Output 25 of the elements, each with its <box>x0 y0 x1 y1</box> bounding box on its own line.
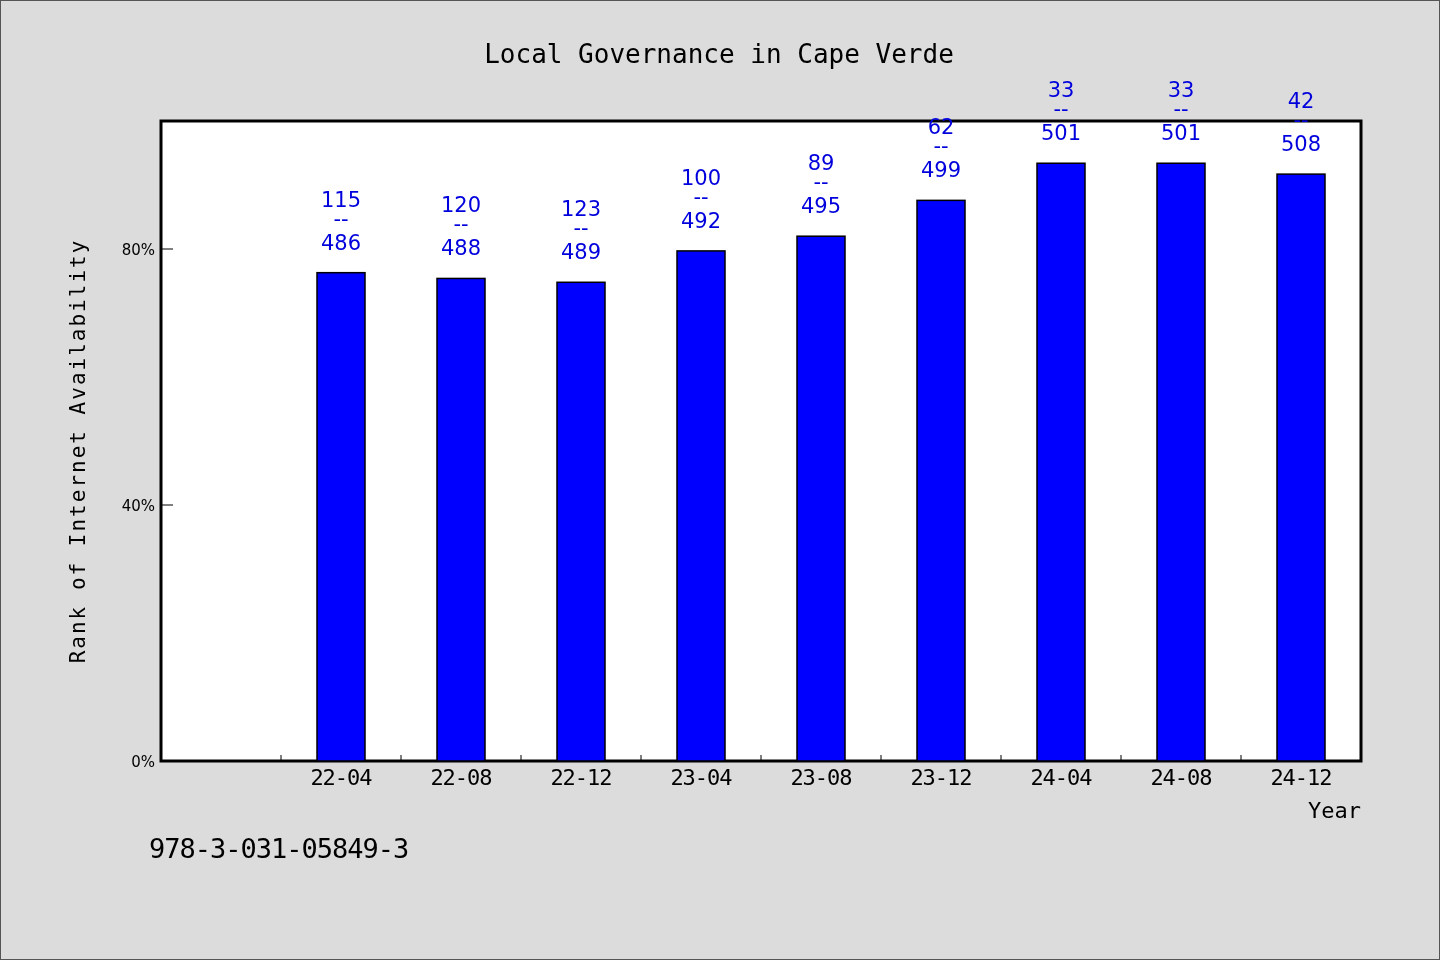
x-tick-label: 24-08 <box>1150 765 1212 790</box>
value-label: 508 <box>1280 132 1322 157</box>
value-label: 492 <box>680 208 722 233</box>
x-tick-label: 22-04 <box>310 765 372 790</box>
x-tick-label: 24-04 <box>1030 765 1092 790</box>
y-tick-label: 80% <box>121 241 155 259</box>
value-label: 495 <box>800 194 842 219</box>
y-tick-label: 0% <box>131 753 155 771</box>
x-tick-label: 23-12 <box>910 765 972 790</box>
y-tick-label: 40% <box>121 497 155 515</box>
value-label: 486 <box>320 230 362 255</box>
value-label: 501 <box>1160 121 1202 146</box>
x-tick-label: 23-08 <box>790 765 852 790</box>
y-axis-label: Rank of Internet Availability <box>66 238 90 664</box>
x-tick-label: 23-04 <box>670 765 732 790</box>
chart-title: Local Governance in Cape Verde <box>484 39 954 69</box>
x-tick-label: 22-08 <box>430 765 492 790</box>
isbn-text: 978-3-031-05849-3 <box>148 832 410 864</box>
x-axis-label: Year <box>1308 798 1361 821</box>
value-label: 499 <box>920 158 962 183</box>
value-label: 488 <box>440 236 482 261</box>
x-tick-label: 24-12 <box>1270 765 1332 790</box>
value-label: 489 <box>560 240 602 265</box>
x-tick-label: 22-12 <box>550 765 612 790</box>
value-label: 501 <box>1040 121 1082 146</box>
